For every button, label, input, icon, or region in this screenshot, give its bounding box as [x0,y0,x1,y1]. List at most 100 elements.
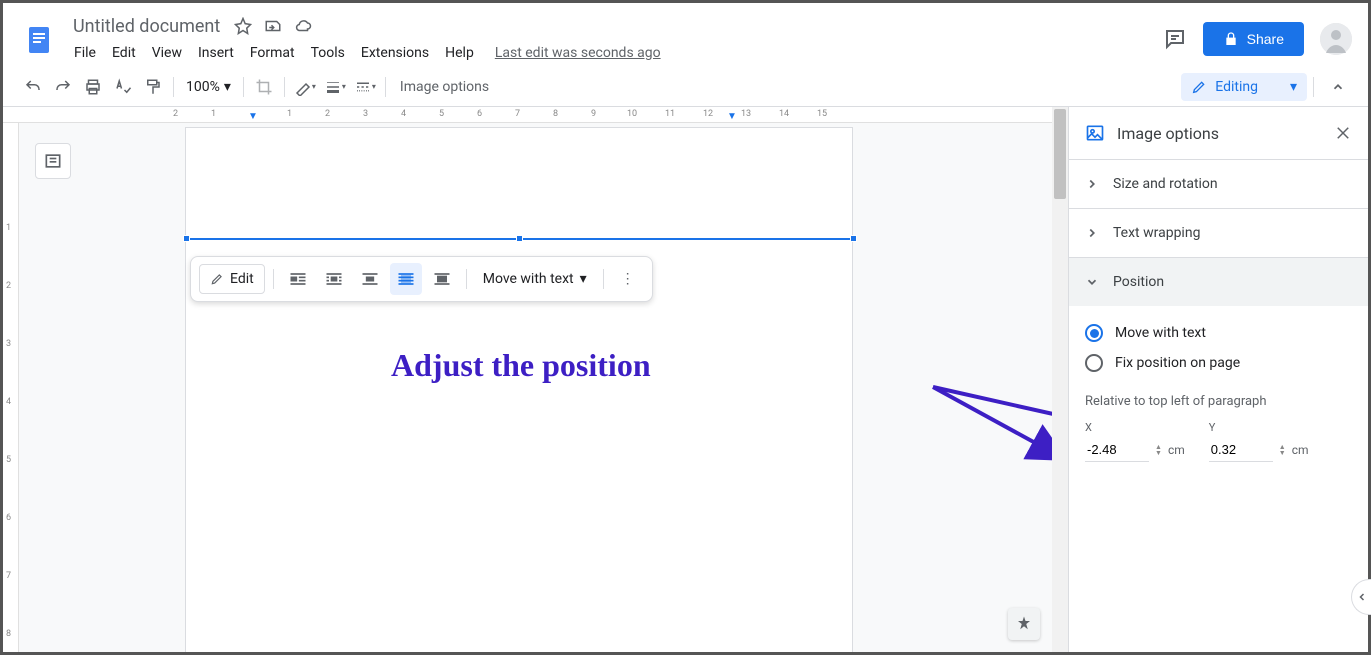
relative-label: Relative to top left of paragraph [1085,394,1352,409]
resize-handle[interactable] [183,235,190,242]
document-canvas[interactable]: 2 1 1 2 3 4 5 6 7 8 9 10 11 12 13 14 15 … [3,107,1068,652]
document-title[interactable]: Untitled document [67,14,226,39]
indent-marker-icon[interactable]: ▼ [248,111,258,122]
account-avatar[interactable] [1320,23,1352,55]
document-outline-button[interactable] [35,143,71,179]
x-input[interactable] [1085,438,1149,462]
unit-label: cm [1168,443,1185,457]
break-text-button[interactable] [354,263,386,295]
menu-bar: File Edit View Insert Format Tools Exten… [67,41,661,65]
star-icon[interactable] [234,17,252,35]
position-section[interactable]: Position [1069,258,1368,306]
menu-help[interactable]: Help [438,41,481,65]
chevron-right-icon [1085,177,1099,191]
indent-marker-icon[interactable]: ▼ [727,111,737,122]
ruler-tick: 5 [6,455,11,465]
ruler-tick: 2 [173,109,178,119]
ruler-tick: 3 [363,109,368,119]
border-color-button[interactable]: ▾ [291,73,319,101]
toolbar: 100% ▾ ▾ ▾ ▾ Image options Editing ▾ [3,67,1368,107]
horizontal-ruler[interactable]: 2 1 1 2 3 4 5 6 7 8 9 10 11 12 13 14 15 … [3,107,1052,123]
vertical-ruler[interactable]: 1 2 3 4 5 6 7 8 [3,123,19,652]
x-label: X [1085,421,1185,434]
edit-label: Edit [230,271,254,287]
ruler-tick: 10 [627,109,637,119]
position-option-dropdown[interactable]: Move with text ▾ [475,265,595,293]
fix-position-radio[interactable]: Fix position on page [1085,348,1352,378]
explore-button[interactable] [1008,608,1040,640]
wrap-text-button[interactable] [318,263,350,295]
ruler-tick: 6 [477,109,482,119]
spellcheck-button[interactable] [109,73,137,101]
ruler-tick: 4 [6,397,11,407]
ruler-tick: 2 [6,281,11,291]
radio-icon [1085,354,1103,372]
menu-insert[interactable]: Insert [191,41,241,65]
y-stepper[interactable]: ▲▼ [1279,444,1286,456]
zoom-dropdown[interactable]: 100% ▾ [180,75,237,99]
menu-extensions[interactable]: Extensions [354,41,436,65]
print-button[interactable] [79,73,107,101]
radio-label: Move with text [1115,325,1206,341]
x-stepper[interactable]: ▲▼ [1155,444,1162,456]
paint-format-button[interactable] [139,73,167,101]
ruler-tick: 13 [741,109,751,119]
close-icon[interactable] [1334,124,1352,142]
ruler-tick: 6 [6,513,11,523]
comments-icon[interactable] [1163,27,1187,51]
document-page[interactable]: Edit Move with text ▾ ⋮ [185,127,853,652]
redo-button[interactable] [49,73,77,101]
menu-format[interactable]: Format [243,41,302,65]
ruler-tick: 5 [439,109,444,119]
menu-edit[interactable]: Edit [105,41,143,65]
image-floating-toolbar: Edit Move with text ▾ ⋮ [190,256,653,302]
collapse-toolbar-button[interactable] [1324,73,1352,101]
chevron-down-icon [1085,275,1099,289]
resize-handle[interactable] [516,235,523,242]
vertical-scrollbar[interactable] [1052,107,1068,652]
move-with-text-label: Move with text [483,271,574,287]
inline-wrap-button[interactable] [282,263,314,295]
image-icon [1085,123,1105,143]
border-dash-button[interactable]: ▾ [351,73,379,101]
menu-file[interactable]: File [67,41,103,65]
ruler-tick: 8 [6,629,11,639]
radio-label: Fix position on page [1115,355,1240,371]
text-wrapping-section[interactable]: Text wrapping [1069,209,1368,257]
size-rotation-section[interactable]: Size and rotation [1069,160,1368,208]
app-header: Untitled document File Edit View Insert … [3,3,1368,67]
image-selection[interactable] [186,238,854,240]
docs-logo[interactable] [19,19,59,59]
last-edit-link[interactable]: Last edit was seconds ago [495,45,661,61]
ruler-tick: 1 [211,109,216,119]
front-text-button[interactable] [426,263,458,295]
move-icon[interactable] [264,17,282,35]
share-button[interactable]: Share [1203,22,1304,56]
more-options-button[interactable]: ⋮ [612,263,644,295]
y-input[interactable] [1209,438,1273,462]
sidebar-title: Image options [1117,124,1219,143]
cloud-icon[interactable] [294,17,312,35]
caret-down-icon: ▾ [224,79,231,95]
edit-image-button[interactable]: Edit [199,264,265,294]
caret-down-icon: ▾ [1290,79,1297,95]
behind-text-button[interactable] [390,263,422,295]
border-weight-button[interactable]: ▾ [321,73,349,101]
editing-mode-label: Editing [1215,79,1258,95]
move-with-text-radio[interactable]: Move with text [1085,318,1352,348]
crop-button[interactable] [250,73,278,101]
undo-button[interactable] [19,73,47,101]
scrollbar-thumb[interactable] [1054,109,1066,199]
ruler-tick: 15 [817,109,827,119]
editing-mode-dropdown[interactable]: Editing ▾ [1181,73,1307,101]
share-label: Share [1247,31,1284,47]
unit-label: cm [1292,443,1309,457]
caret-down-icon: ▾ [580,271,587,287]
image-options-label[interactable]: Image options [392,79,497,95]
menu-view[interactable]: View [145,41,189,65]
ruler-tick: 7 [515,109,520,119]
ruler-tick: 1 [6,223,11,233]
ruler-tick: 3 [6,339,11,349]
menu-tools[interactable]: Tools [304,41,352,65]
resize-handle[interactable] [850,235,857,242]
